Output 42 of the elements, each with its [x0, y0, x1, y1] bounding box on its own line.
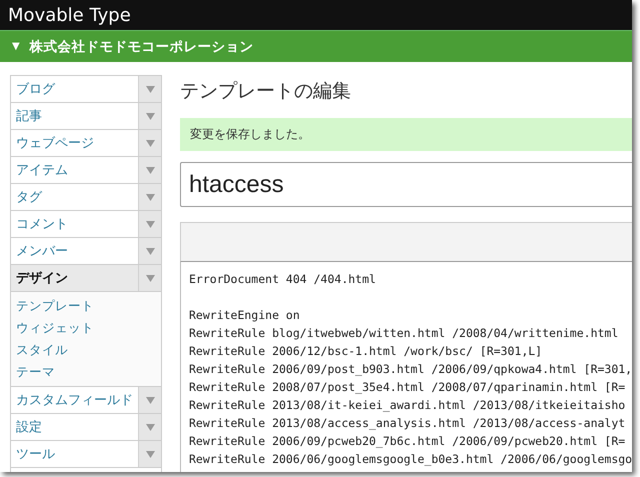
sidebar-item[interactable]: カスタムフィールド	[11, 387, 161, 414]
caret-icon[interactable]	[146, 424, 154, 430]
code-line: ErrorDocument 404 /404.html	[189, 271, 376, 288]
sidebar-item[interactable]: ブログ	[11, 76, 161, 103]
sidebar-item[interactable]: ツール	[11, 441, 161, 468]
sidebar-item[interactable]: コメント	[11, 211, 161, 238]
code-line: RewriteRule 2013/08/it-keiei_awardi.html /2013/08/itkeieitaisho	[189, 397, 626, 414]
code-line: RewriteRule 2006/09/pcweb20_7b6c.html /2006/09/pcweb20.html [R=	[189, 433, 626, 450]
sidebar-item[interactable]: ウェブページ	[11, 130, 161, 157]
caret-icon[interactable]	[146, 220, 154, 228]
caret-icon[interactable]	[146, 194, 154, 200]
sidebar-item[interactable]: タグ	[11, 184, 161, 211]
success-message: 変更を保存しました。	[180, 118, 632, 151]
sidebar-item[interactable]: 設定	[11, 414, 161, 441]
sidebar-item[interactable]: デザイン	[11, 265, 161, 292]
page-title: テンプレートの編集	[180, 79, 351, 104]
code-line: RewriteRule 2006/06/googlemsgoogle_b0e3.html /2006/06/googlemsgo	[189, 451, 632, 468]
submenu-link[interactable]: テーマ	[16, 361, 55, 383]
code-line: RewriteEngine on	[189, 307, 300, 324]
app-title: Movable Type	[8, 4, 131, 26]
code-line: RewriteRule 2013/08/access_analysis.html /2013/08/access-analyt	[189, 415, 626, 432]
caret-icon[interactable]	[146, 396, 154, 404]
sidebar-item[interactable]: メンバー	[11, 238, 161, 265]
code-line: RewriteRule 2008/07/post_35e4.html /2008/07/qparinamin.html [R=	[189, 379, 626, 396]
toggle-arrow[interactable]: ▼	[12, 41, 20, 52]
code-line: RewriteRule 2006/12/bsc-1.html /work/bsc/ [R=301,L]	[189, 343, 542, 360]
code-line: RewriteRule 2006/09/post_b903.html /2006/09/qpkowa4.html [R=301,	[189, 361, 632, 378]
template-name-field[interactable]: htaccess	[180, 162, 632, 207]
caret-icon[interactable]	[146, 274, 154, 282]
code-line: RewriteRule blog/itwebweb/witten.html /2008/04/writtenime.html	[189, 325, 618, 342]
site-name[interactable]: 株式会社ドモドモコーポレーション	[30, 38, 254, 56]
submenu-link[interactable]: ウィジェット	[16, 317, 94, 339]
submenu-link[interactable]: スタイル	[16, 339, 68, 361]
submenu-link[interactable]: テンプレート	[16, 295, 94, 317]
caret-icon[interactable]	[146, 86, 154, 92]
caret-icon[interactable]	[146, 112, 154, 120]
caret-icon[interactable]	[146, 450, 154, 458]
caret-icon[interactable]	[146, 166, 154, 174]
sidebar-item[interactable]: アイテム	[11, 157, 161, 184]
caret-icon[interactable]	[146, 140, 154, 146]
sidebar-item[interactable]: 記事	[11, 103, 161, 130]
caret-icon[interactable]	[146, 248, 154, 254]
